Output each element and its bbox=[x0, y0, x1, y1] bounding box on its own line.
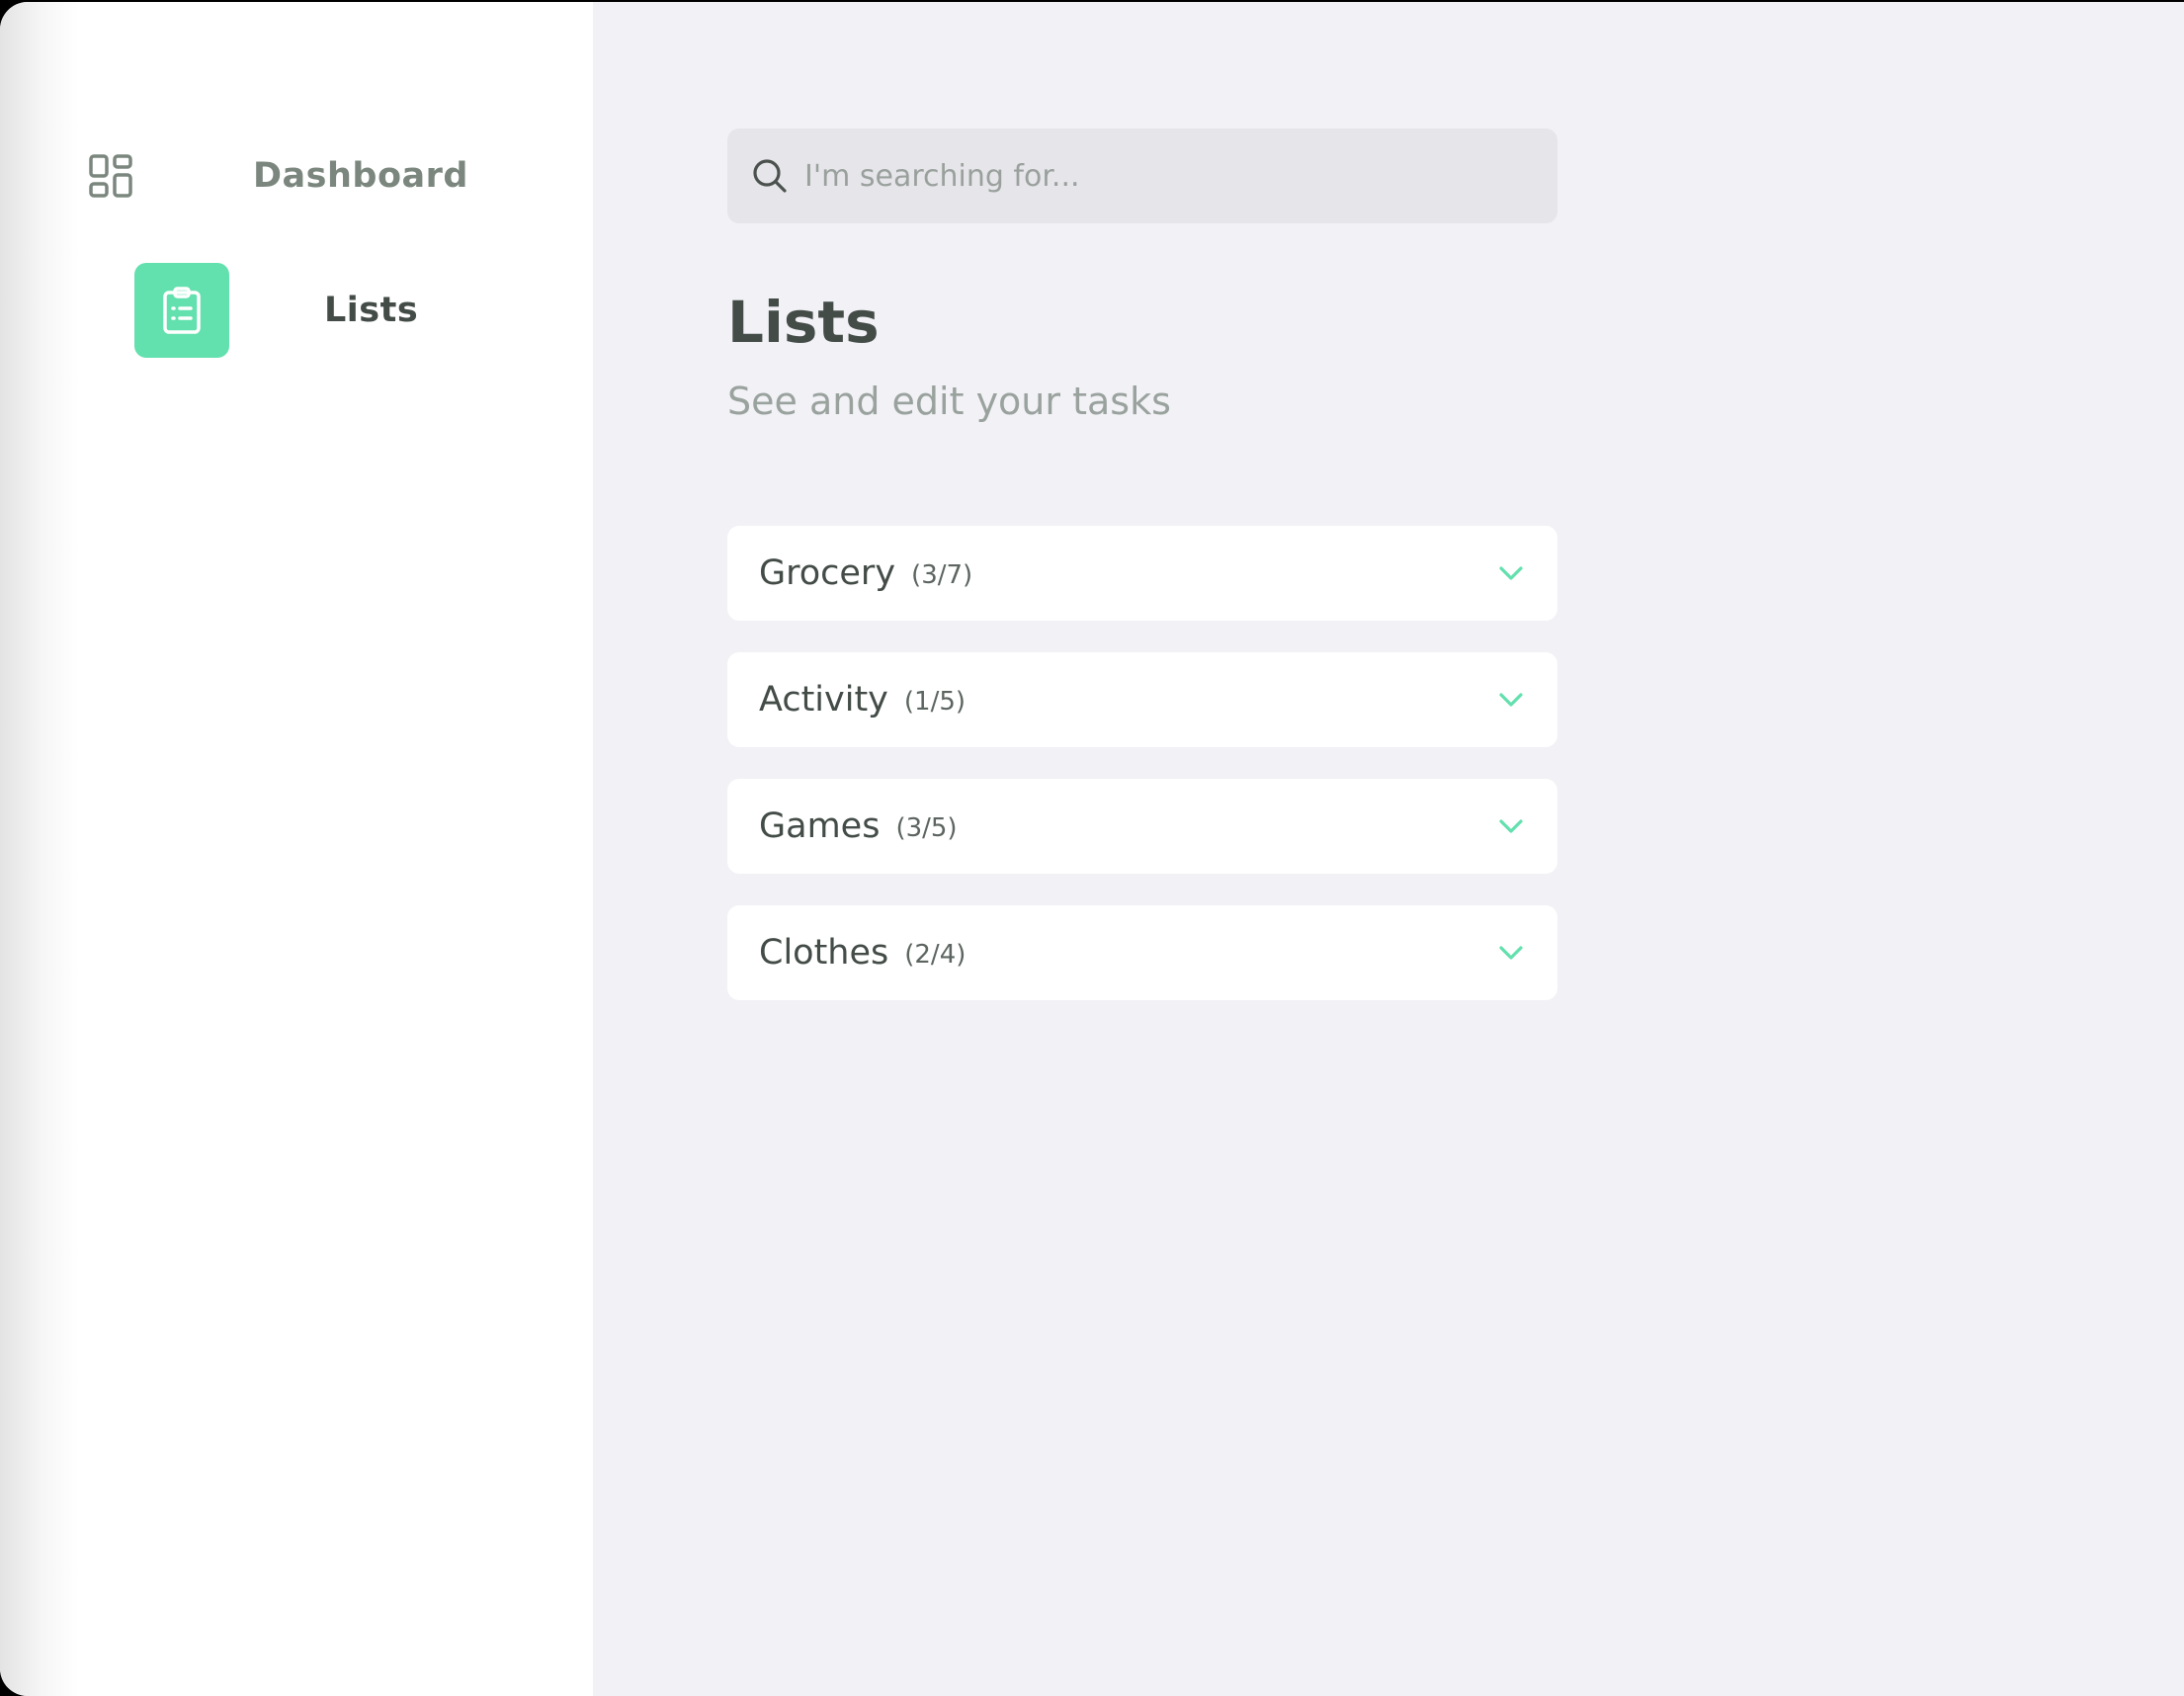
list-item-grocery[interactable]: Grocery (3/7) bbox=[727, 526, 1557, 621]
list-item-clothes[interactable]: Clothes (2/4) bbox=[727, 905, 1557, 1000]
list-name: Clothes bbox=[759, 933, 889, 973]
chevron-down-icon[interactable] bbox=[1498, 945, 1524, 961]
task-lists: Grocery (3/7) Activity (1/5) Games (3/5) bbox=[727, 526, 1557, 1032]
list-count: (3/5) bbox=[895, 813, 958, 843]
chevron-down-icon[interactable] bbox=[1498, 818, 1524, 834]
chevron-down-icon[interactable] bbox=[1498, 692, 1524, 708]
sidebar-item-dashboard[interactable]: Dashboard bbox=[63, 128, 468, 223]
dashboard-grid-icon bbox=[63, 128, 158, 223]
app-window: Dashboard Lists I'm searching for... Lis… bbox=[0, 2, 2184, 1696]
main-content: Lists See and edit your tasks Grocery (3… bbox=[593, 2, 2184, 1696]
sidebar-item-label: Dashboard bbox=[253, 156, 468, 196]
list-item-games[interactable]: Games (3/5) bbox=[727, 779, 1557, 874]
list-name: Games bbox=[759, 806, 881, 846]
list-count: (3/7) bbox=[911, 560, 973, 590]
search-bar[interactable] bbox=[727, 128, 1557, 223]
list-name: Activity bbox=[759, 680, 888, 720]
page-subtitle: See and edit your tasks bbox=[727, 380, 1171, 423]
page-title: Lists bbox=[727, 289, 880, 356]
clipboard-list-icon bbox=[134, 263, 229, 358]
sidebar-item-label: Lists bbox=[324, 291, 419, 330]
list-name: Grocery bbox=[759, 553, 896, 593]
list-count: (2/4) bbox=[904, 940, 966, 970]
chevron-down-icon[interactable] bbox=[1498, 565, 1524, 581]
list-item-activity[interactable]: Activity (1/5) bbox=[727, 652, 1557, 747]
search-input[interactable] bbox=[804, 158, 1536, 194]
search-icon bbox=[751, 157, 789, 195]
list-count: (1/5) bbox=[903, 687, 966, 717]
sidebar: Dashboard Lists bbox=[0, 2, 593, 1696]
